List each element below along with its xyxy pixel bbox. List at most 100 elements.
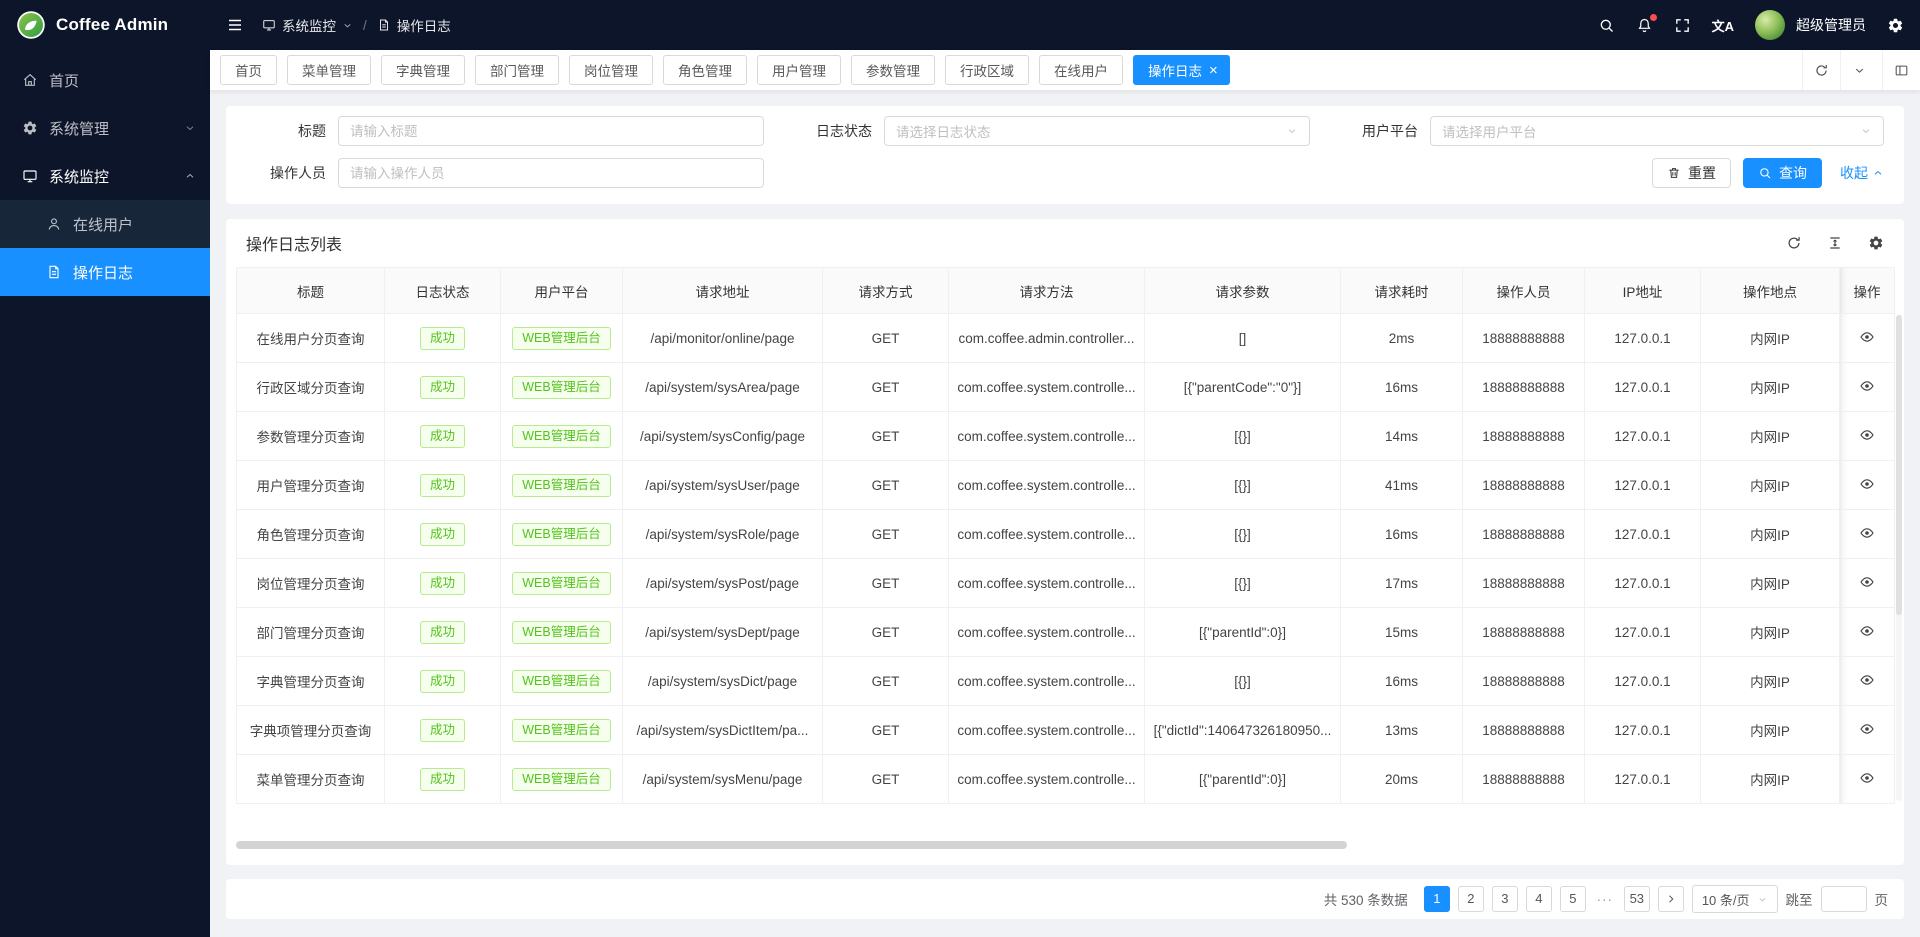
table-row: 角色管理分页查询成功WEB管理后台/api/system/sysRole/pag… <box>237 510 1895 559</box>
notifications-button[interactable] <box>1636 17 1653 34</box>
page-size-select[interactable]: 10 条/页 <box>1692 885 1778 913</box>
status-select[interactable]: 请选择日志状态 <box>884 116 1310 146</box>
status-tag: 成功 <box>420 719 465 742</box>
view-detail-button[interactable] <box>1840 314 1895 363</box>
tab-label: 岗位管理 <box>584 60 638 80</box>
tab-item[interactable]: 首页 <box>220 55 277 85</box>
cell-request-method: GET <box>823 755 949 804</box>
cell-request-handler: com.coffee.system.controlle... <box>949 510 1145 559</box>
column-header: 标题 <box>237 268 385 314</box>
tab-item[interactable]: 操作日志× <box>1133 55 1230 85</box>
page-button-5[interactable]: 5 <box>1560 886 1586 912</box>
cell-request-method: GET <box>823 510 949 559</box>
search-button[interactable] <box>1598 17 1615 34</box>
sidebar-item-operation-log[interactable]: 操作日志 <box>0 248 210 296</box>
table-row: 部门管理分页查询成功WEB管理后台/api/system/sysDept/pag… <box>237 608 1895 657</box>
cell-platform: WEB管理后台 <box>501 608 623 657</box>
view-detail-button[interactable] <box>1840 608 1895 657</box>
cell-request-handler: com.coffee.system.controlle... <box>949 461 1145 510</box>
hamburger-icon <box>226 16 244 34</box>
view-detail-button[interactable] <box>1840 412 1895 461</box>
cell-title: 行政区域分页查询 <box>237 363 385 412</box>
filter-field-platform: 用户平台 请选择用户平台 <box>1338 116 1884 146</box>
chevron-up-icon <box>1872 167 1884 179</box>
cell-status: 成功 <box>385 755 501 804</box>
page-button-53[interactable]: 53 <box>1624 886 1650 912</box>
cell-request-duration: 2ms <box>1341 314 1463 363</box>
cell-request-url: /api/system/sysArea/page <box>623 363 823 412</box>
eye-icon <box>1859 623 1875 639</box>
breadcrumb-item-operation-log[interactable]: 操作日志 <box>377 15 451 35</box>
tab-item[interactable]: 角色管理 <box>663 55 747 85</box>
status-label: 日志状态 <box>792 121 872 141</box>
refresh-table-button[interactable] <box>1786 235 1802 251</box>
sidebar-item-system-management[interactable]: 系统管理 <box>0 104 210 152</box>
cell-location: 内网IP <box>1701 755 1840 804</box>
chevron-down-icon <box>1853 64 1866 77</box>
sidebar-item-system-monitor[interactable]: 系统监控 <box>0 152 210 200</box>
sidebar-item-online-users[interactable]: 在线用户 <box>0 200 210 248</box>
view-detail-button[interactable] <box>1840 657 1895 706</box>
view-detail-button[interactable] <box>1840 706 1895 755</box>
tab-item[interactable]: 岗位管理 <box>569 55 653 85</box>
refresh-page-button[interactable] <box>1802 50 1840 90</box>
sidebar-item-home[interactable]: 首页 <box>0 56 210 104</box>
jump-page-input[interactable] <box>1821 886 1867 912</box>
tab-item[interactable]: 行政区域 <box>945 55 1029 85</box>
tab-label: 首页 <box>235 60 262 80</box>
language-button[interactable]: 文A <box>1712 16 1734 35</box>
cell-title: 字典管理分页查询 <box>237 657 385 706</box>
header-toolbar: 文A 超级管理员 <box>1598 10 1904 40</box>
view-detail-button[interactable] <box>1840 461 1895 510</box>
sidebar-item-label: 在线用户 <box>73 214 133 235</box>
reset-button[interactable]: 重置 <box>1652 158 1731 188</box>
view-detail-button[interactable] <box>1840 559 1895 608</box>
collapse-sidebar-button[interactable] <box>226 16 244 34</box>
view-detail-button[interactable] <box>1840 363 1895 412</box>
horizontal-scrollbar-thumb[interactable] <box>236 841 1347 849</box>
view-detail-button[interactable] <box>1840 510 1895 559</box>
cell-operator: 18888888888 <box>1463 363 1585 412</box>
page-button-3[interactable]: 3 <box>1492 886 1518 912</box>
page-button-2[interactable]: 2 <box>1458 886 1484 912</box>
table-settings-button[interactable] <box>1868 235 1884 251</box>
tab-item[interactable]: 用户管理 <box>757 55 841 85</box>
cell-ip-address: 127.0.0.1 <box>1585 559 1701 608</box>
tab-item[interactable]: 部门管理 <box>475 55 559 85</box>
operator-input[interactable] <box>338 158 764 188</box>
tab-close-icon[interactable]: × <box>1209 63 1218 78</box>
app-logo[interactable]: Coffee Admin <box>0 0 210 50</box>
platform-select[interactable]: 请选择用户平台 <box>1430 116 1884 146</box>
username[interactable]: 超级管理员 <box>1796 15 1866 35</box>
next-page-button[interactable] <box>1658 886 1684 912</box>
vertical-scrollbar[interactable] <box>1896 315 1902 801</box>
title-input[interactable] <box>338 116 764 146</box>
density-button[interactable] <box>1827 235 1843 251</box>
tab-item[interactable]: 在线用户 <box>1039 55 1123 85</box>
fullscreen-button[interactable] <box>1674 17 1691 34</box>
tab-item[interactable]: 字典管理 <box>381 55 465 85</box>
breadcrumb-item-system-monitor[interactable]: 系统监控 <box>262 15 353 35</box>
tabs-list: 首页 菜单管理字典管理部门管理 岗位管理 角色管理用户管理参数管理行政区域在线用户操作… <box>220 55 1802 85</box>
tab-options-button[interactable] <box>1840 50 1878 90</box>
tab-item[interactable]: 菜单管理 <box>287 55 371 85</box>
settings-button[interactable] <box>1887 17 1904 34</box>
cell-status: 成功 <box>385 314 501 363</box>
content-layout-button[interactable] <box>1882 50 1920 90</box>
cell-location: 内网IP <box>1701 510 1840 559</box>
page-button-1[interactable]: 1 <box>1424 886 1450 912</box>
filter-actions: 重置 查询 收起 <box>792 158 1884 188</box>
column-header: 请求耗时 <box>1341 268 1463 314</box>
view-detail-button[interactable] <box>1840 755 1895 804</box>
query-button[interactable]: 查询 <box>1743 158 1822 188</box>
avatar[interactable] <box>1755 10 1785 40</box>
page-button-4[interactable]: 4 <box>1526 886 1552 912</box>
refresh-icon <box>1814 63 1829 78</box>
page-ellipsis[interactable]: ··· <box>1594 892 1616 907</box>
gear-icon <box>1887 17 1904 34</box>
tab-item[interactable]: 参数管理 <box>851 55 935 85</box>
collapse-filter-link[interactable]: 收起 <box>1840 163 1884 183</box>
cell-request-params: [{}] <box>1145 657 1341 706</box>
horizontal-scrollbar[interactable] <box>236 841 1894 849</box>
cell-request-params: [] <box>1145 314 1341 363</box>
